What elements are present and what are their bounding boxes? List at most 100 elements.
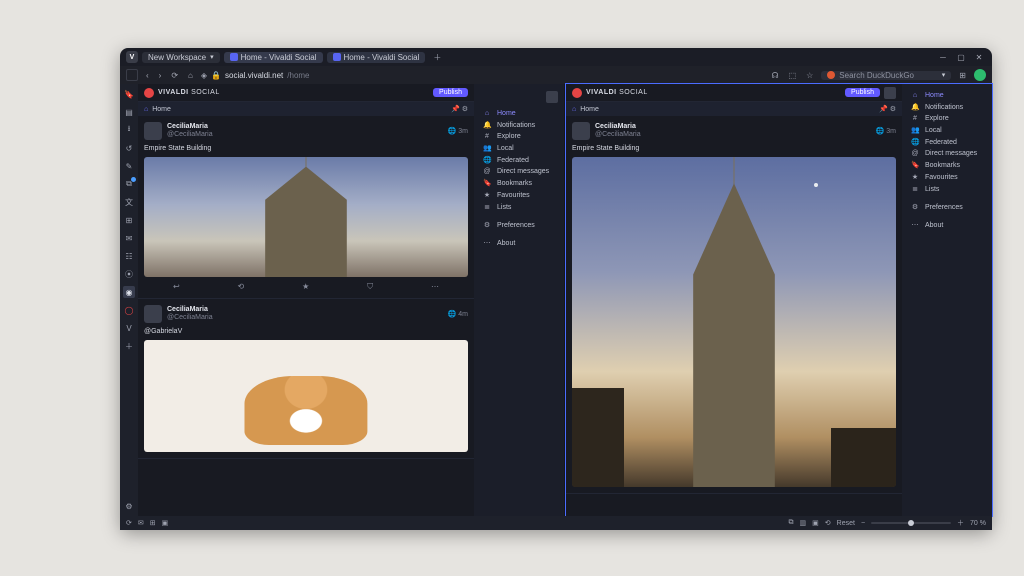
avatar[interactable] [144, 305, 162, 323]
post-media[interactable]: 👁 [144, 340, 468, 452]
boost-icon[interactable]: ⟲ [238, 282, 245, 292]
bookmark-icon[interactable]: ☆ [804, 71, 815, 80]
nav-notifications[interactable]: 🔔Notifications [903, 101, 992, 113]
split-view: VIVALDI SOCIAL Publish ⌂ Home 📌 ⚙ [138, 84, 992, 516]
nav-notifications[interactable]: 🔔Notifications [475, 119, 564, 131]
zoom-slider[interactable] [871, 522, 951, 524]
favourite-icon[interactable]: ★ [302, 282, 309, 292]
post-time: 4m [458, 311, 468, 318]
add-panel-icon[interactable]: ＋ [123, 340, 135, 352]
capture-icon[interactable]: ⧉ [789, 519, 794, 527]
sync-icon[interactable]: ⟳ [126, 519, 132, 527]
nav-about[interactable]: ⋯About [475, 237, 564, 249]
feed-column-right: VIVALDI SOCIAL Publish ⌂ Home 📌 ⚙ [566, 84, 902, 516]
translate-icon[interactable]: ⬚ [787, 71, 799, 80]
profile-chip[interactable] [884, 87, 896, 99]
new-tab-button[interactable]: ＋ [429, 52, 445, 63]
publish-button[interactable]: Publish [433, 88, 468, 97]
translate-panel-icon[interactable]: 文 [123, 196, 135, 208]
bookmark-icon[interactable]: ⛉ [367, 282, 373, 292]
calendar-status-icon[interactable]: ⊞ [150, 519, 156, 527]
mastodon-panel-icon[interactable]: ◉ [123, 286, 135, 298]
calendar-panel-icon[interactable]: ☷ [123, 250, 135, 262]
vivaldi-social-logo-icon [144, 88, 154, 98]
feeds-status-icon[interactable]: ▣ [162, 519, 169, 527]
mail-status-icon[interactable]: ✉ [138, 519, 144, 527]
nav-bookmarks[interactable]: 🔖Bookmarks [475, 177, 564, 189]
nav-federated[interactable]: 🌐Federated [903, 136, 992, 148]
nav-favourites[interactable]: ★Favourites [475, 189, 564, 201]
notes-panel-icon[interactable]: ✎ [123, 160, 135, 172]
more-icon[interactable]: ⋯ [431, 282, 439, 292]
avatar[interactable] [572, 122, 590, 140]
workspace-selector[interactable]: New Workspace ▾ [142, 52, 220, 63]
page-actions-icon[interactable]: ▣ [812, 519, 819, 527]
reading-list-icon[interactable]: ▤ [123, 106, 135, 118]
tabs-panel-icon[interactable]: ⧉ [123, 178, 135, 190]
url-field[interactable]: ◈ 🔒 social.vivaldi.net/home [201, 71, 310, 80]
column-settings-icon[interactable]: ⚙ [890, 106, 896, 113]
vivaldi-panel-icon[interactable]: V [123, 322, 135, 334]
zoom-thumb[interactable] [908, 520, 914, 526]
nav-home-button[interactable]: ⌂ [186, 71, 195, 80]
mail-panel-icon[interactable]: ✉ [123, 232, 135, 244]
panel-toggle-icon[interactable] [126, 69, 138, 81]
nav-preferences[interactable]: ⚙Preferences [475, 219, 564, 231]
nav-favourites[interactable]: ★Favourites [903, 171, 992, 183]
reader-mode-icon[interactable]: ☊ [769, 71, 780, 80]
profile-chip[interactable] [546, 91, 558, 103]
window-close-button[interactable]: ✕ [972, 53, 986, 62]
profile-avatar[interactable] [974, 69, 986, 81]
nav-preferences[interactable]: ⚙Preferences [903, 201, 992, 213]
tab-home-2[interactable]: Home - Vivaldi Social [327, 52, 426, 63]
extensions-icon[interactable]: ⊞ [957, 71, 968, 80]
window-minimize-button[interactable]: ─ [936, 53, 950, 62]
nav-explore[interactable]: #Explore [475, 131, 564, 142]
web-panel-icon[interactable]: ◯ [123, 304, 135, 316]
publish-button[interactable]: Publish [845, 88, 880, 97]
search-field[interactable]: Search DuckDuckGo ▾ [821, 71, 951, 80]
feeds-panel-icon[interactable]: ⦿ [123, 268, 135, 280]
bookmarks-panel-icon[interactable]: 🔖 [123, 88, 135, 100]
nav-local[interactable]: 👥Local [903, 124, 992, 136]
column-settings-icon[interactable]: ⚙ [462, 106, 468, 113]
nav-local[interactable]: 👥Local [475, 142, 564, 154]
feed-right[interactable]: CeciliaMaria @CeciliaMaria 🌐3m Empire St… [566, 116, 902, 516]
nav-federated[interactable]: 🌐Federated [475, 154, 564, 166]
nav-home[interactable]: ⌂Home [475, 108, 564, 119]
chevron-down-icon: ▾ [210, 53, 214, 61]
nav-home[interactable]: ⌂Home [903, 90, 992, 101]
zoom-reset-button[interactable]: Reset [837, 520, 855, 527]
settings-icon[interactable]: ⚙ [123, 500, 135, 512]
nav-bookmarks[interactable]: 🔖Bookmarks [903, 159, 992, 171]
window-maximize-button[interactable]: ▢ [954, 53, 968, 62]
pin-icon[interactable]: 📌 [451, 106, 460, 113]
nav-dm[interactable]: @Direct messages [475, 166, 564, 177]
nav-about[interactable]: ⋯About [903, 219, 992, 231]
post-body: Empire State Building [572, 145, 896, 152]
post-media[interactable]: 👁 [572, 157, 896, 487]
nav-lists[interactable]: ≣Lists [475, 201, 564, 213]
nav-back-button[interactable]: ‹ [144, 71, 151, 80]
history-panel-icon[interactable]: ↺ [123, 142, 135, 154]
zoom-out-button[interactable]: − [861, 520, 865, 527]
tiling-icon[interactable]: ▥ [800, 519, 807, 527]
ellipsis-icon: ⋯ [483, 239, 491, 247]
zoom-in-button[interactable]: ＋ [957, 518, 964, 528]
feed-left[interactable]: CeciliaMaria @CeciliaMaria 🌐3m Empire St… [138, 116, 474, 516]
reply-icon[interactable]: ↩ [173, 282, 180, 292]
brand-text-1: VIVALDI [158, 89, 189, 96]
nav-reload-button[interactable]: ⟳ [169, 71, 180, 80]
window-panel-icon[interactable]: ⊞ [123, 214, 135, 226]
nav-dm[interactable]: @Direct messages [903, 148, 992, 159]
nav-explore[interactable]: #Explore [903, 113, 992, 124]
home-icon: ⌂ [572, 106, 576, 113]
downloads-panel-icon[interactable]: ⭳ [123, 124, 135, 136]
nav-lists[interactable]: ≣Lists [903, 183, 992, 195]
avatar[interactable] [144, 122, 162, 140]
pin-icon[interactable]: 📌 [879, 106, 888, 113]
post-media[interactable]: 👁 [144, 157, 468, 277]
image-toggle-icon[interactable]: ⟲ [825, 519, 831, 527]
tab-home-1[interactable]: Home - Vivaldi Social [224, 52, 323, 63]
nav-forward-button[interactable]: › [157, 71, 164, 80]
